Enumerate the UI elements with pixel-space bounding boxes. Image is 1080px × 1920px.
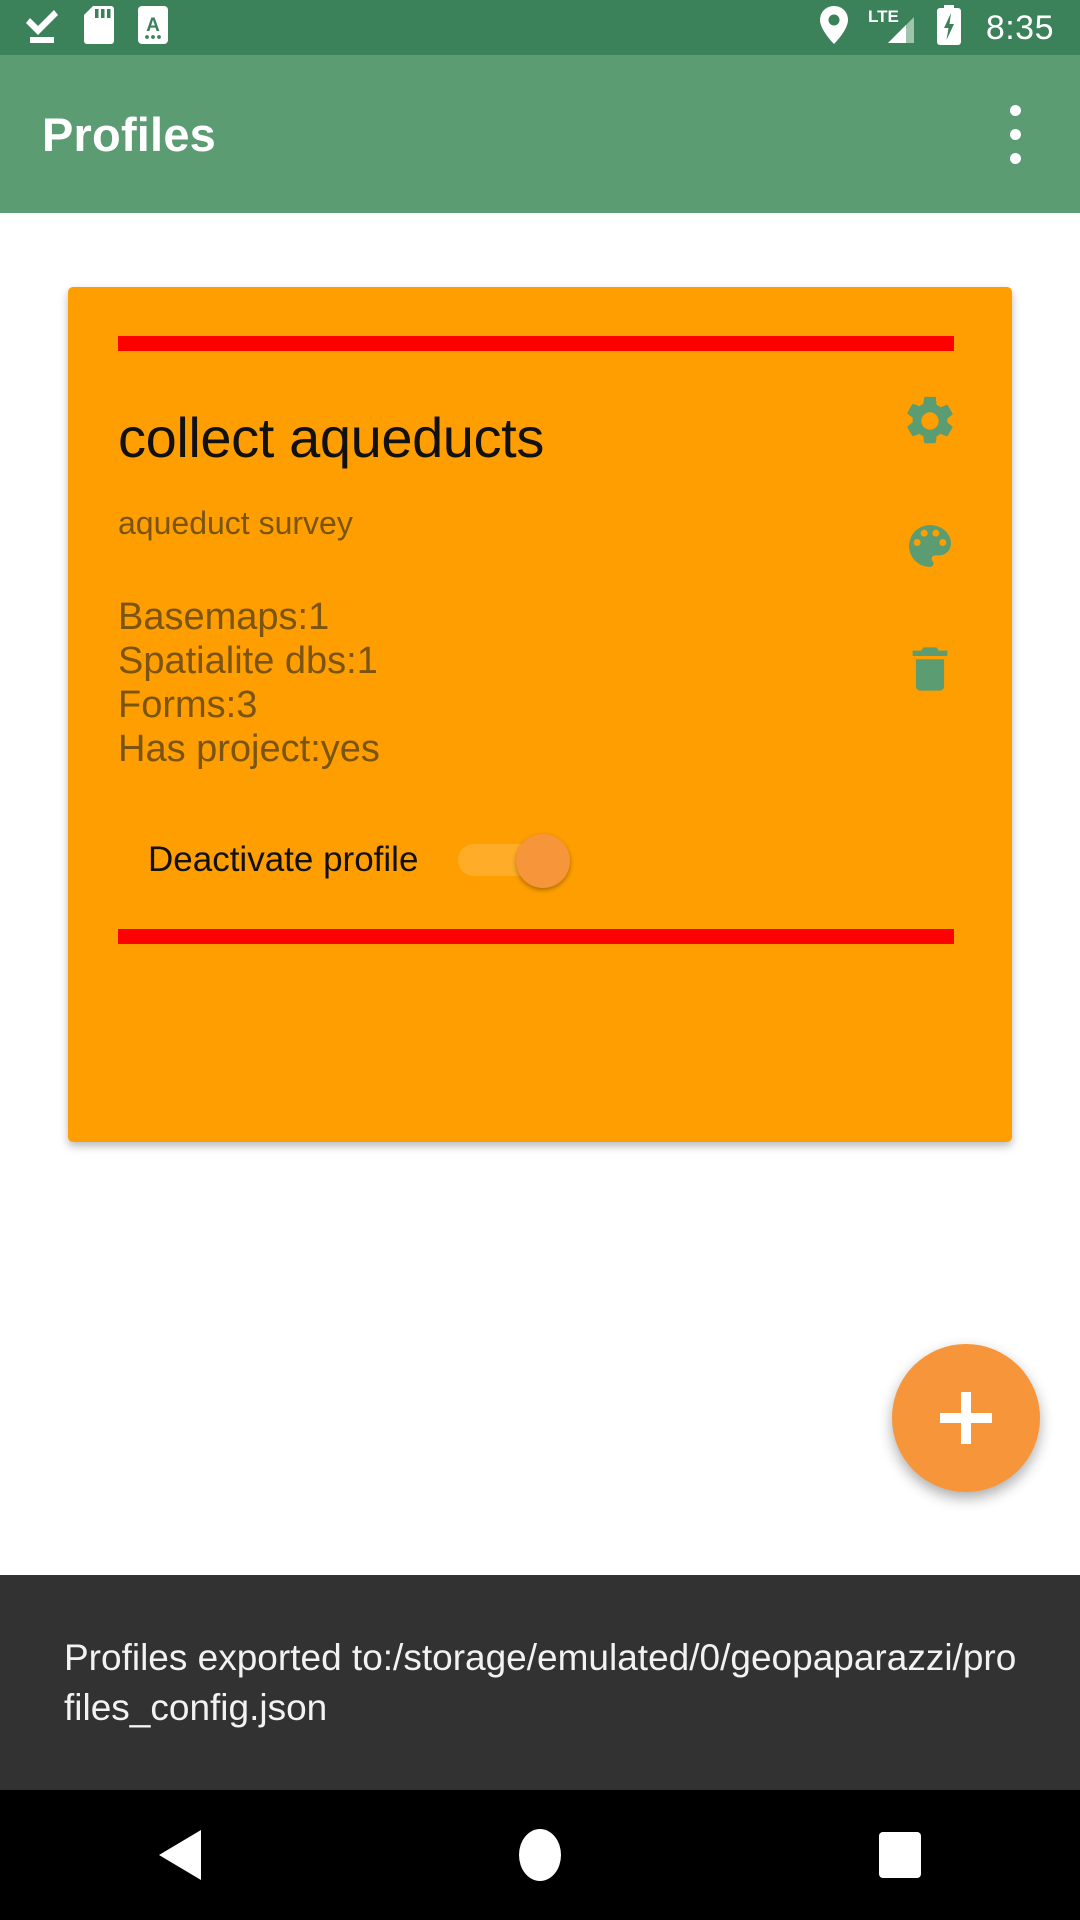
page-title: Profiles — [42, 107, 216, 161]
profile-subtitle: aqueduct survey — [118, 505, 353, 541]
recents-square-icon — [879, 1832, 921, 1878]
profile-stat-spatialite: Spatialite dbs:1 — [118, 640, 378, 682]
content-area: collect aqueducts aqueduct survey Basema… — [0, 213, 1080, 1575]
profile-stat-basemaps: Basemaps:1 — [118, 596, 330, 638]
profile-delete-button[interactable] — [891, 632, 969, 710]
plus-icon — [940, 1392, 992, 1444]
toggle-thumb — [516, 834, 571, 888]
location-pin-icon — [819, 6, 848, 49]
screen-root: A LTE 8:35 Profiles collect aqueducts aq… — [0, 0, 1080, 1920]
nav-recents-button[interactable] — [825, 1790, 975, 1920]
profile-stat-forms: Forms:3 — [118, 684, 258, 726]
status-bar-clock: 8:35 — [985, 8, 1054, 47]
palette-icon — [902, 518, 958, 579]
svg-text:A: A — [146, 15, 160, 36]
input-method-icon: A — [138, 6, 168, 49]
navigation-bar — [0, 1790, 1080, 1920]
deactivate-profile-toggle[interactable] — [458, 834, 571, 888]
overflow-dot — [1009, 128, 1021, 140]
overflow-menu-icon[interactable] — [984, 89, 1046, 179]
status-bar-left-icons: A — [26, 6, 168, 49]
card-divider-bottom — [118, 929, 954, 944]
snackbar-message: Profiles exported to:/storage/emulated/0… — [64, 1636, 1017, 1728]
deactivate-profile-row[interactable]: Deactivate profile — [148, 834, 571, 888]
nav-back-button[interactable] — [105, 1790, 255, 1920]
deactivate-profile-label: Deactivate profile — [148, 840, 419, 879]
status-bar-right-icons: LTE 8:35 — [819, 5, 1054, 50]
overflow-dot — [1009, 104, 1021, 116]
download-done-icon — [26, 7, 60, 48]
profile-title: collect aqueducts — [118, 406, 544, 469]
profile-stat-hasproject: Has project:yes — [118, 728, 380, 770]
profile-stats-list: Basemaps:1 Spatialite dbs:1 Forms:3 Has … — [118, 595, 380, 771]
lte-signal-icon: LTE — [866, 5, 918, 50]
status-bar: A LTE 8:35 — [0, 0, 1080, 55]
sd-card-icon — [84, 6, 114, 49]
nav-home-button[interactable] — [465, 1790, 615, 1920]
settings-icon — [901, 392, 959, 455]
battery-charging-icon — [936, 5, 962, 50]
trash-icon — [904, 641, 956, 702]
profile-card[interactable]: collect aqueducts aqueduct survey Basema… — [68, 287, 1012, 1142]
app-bar: Profiles — [0, 55, 1080, 213]
card-divider-top — [118, 336, 954, 351]
snackbar: Profiles exported to:/storage/emulated/0… — [0, 1575, 1080, 1790]
overflow-dot — [1009, 152, 1021, 164]
home-circle-icon — [519, 1829, 561, 1881]
back-triangle-icon — [159, 1830, 201, 1880]
add-profile-fab[interactable] — [892, 1344, 1040, 1492]
profile-settings-button[interactable] — [891, 384, 969, 462]
svg-text:LTE: LTE — [868, 7, 899, 26]
profile-color-button[interactable] — [891, 509, 969, 587]
